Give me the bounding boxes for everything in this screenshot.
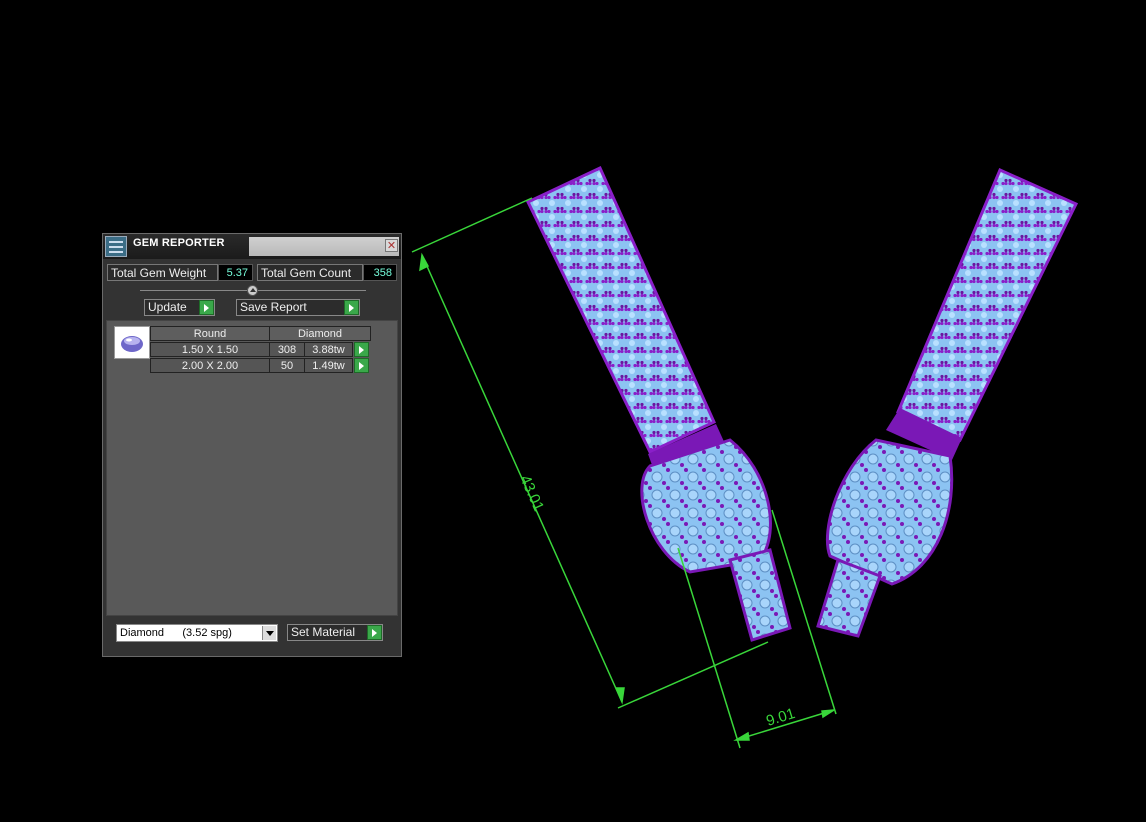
gem-count: 308 [269, 342, 305, 357]
gem-size: 2.00 X 2.00 [150, 358, 270, 373]
play-arrow-icon [199, 300, 214, 315]
gem-reporter-panel: GEM REPORTER ✕ Total Gem Weight 5.37 Tot… [102, 233, 402, 657]
total-gem-count-value: 358 [363, 264, 397, 281]
jewelry-model-right-arm [816, 168, 1079, 638]
gem-size: 1.50 X 1.50 [150, 342, 270, 357]
total-gem-count-label: Total Gem Count [257, 264, 363, 281]
collapse-toggle-icon[interactable] [247, 285, 258, 296]
material-dropdown-value: Diamond (3.52 spg) [120, 627, 232, 639]
total-gem-weight-label: Total Gem Weight [107, 264, 218, 281]
material-header: Diamond [269, 326, 371, 341]
update-button-label: Update [148, 300, 187, 314]
shape-header: Round [150, 326, 270, 341]
panel-title: GEM REPORTER [133, 237, 225, 249]
jewelry-model-left-arm [525, 165, 792, 642]
length-dimension-label: 43.01 [516, 473, 547, 514]
set-material-button[interactable]: Set Material [287, 624, 383, 641]
total-gem-weight-value: 5.37 [218, 264, 253, 281]
select-row-arrow-icon[interactable] [354, 358, 369, 373]
chevron-down-icon[interactable] [262, 626, 276, 640]
gem-reporter-icon [105, 236, 127, 257]
play-arrow-icon [344, 300, 359, 315]
round-gem-thumbnail[interactable] [114, 326, 150, 359]
gem-list: Round Diamond 1.50 X 1.50 308 3.88tw 2.0… [106, 320, 398, 616]
set-material-button-label: Set Material [291, 625, 356, 639]
gem-weight: 3.88tw [304, 342, 353, 357]
close-icon[interactable]: ✕ [385, 239, 398, 252]
save-report-button-label: Save Report [240, 300, 307, 314]
gem-count: 50 [269, 358, 305, 373]
panel-titlebar[interactable]: GEM REPORTER ✕ [103, 234, 401, 259]
titlebar-strip [249, 237, 399, 256]
material-dropdown[interactable]: Diamond (3.52 spg) [116, 624, 278, 642]
save-report-button[interactable]: Save Report [236, 299, 360, 316]
update-button[interactable]: Update [144, 299, 215, 316]
gem-weight: 1.49tw [304, 358, 353, 373]
select-row-arrow-icon[interactable] [354, 342, 369, 357]
width-dimension-label: 9.01 [764, 705, 797, 730]
play-arrow-icon [367, 625, 382, 640]
